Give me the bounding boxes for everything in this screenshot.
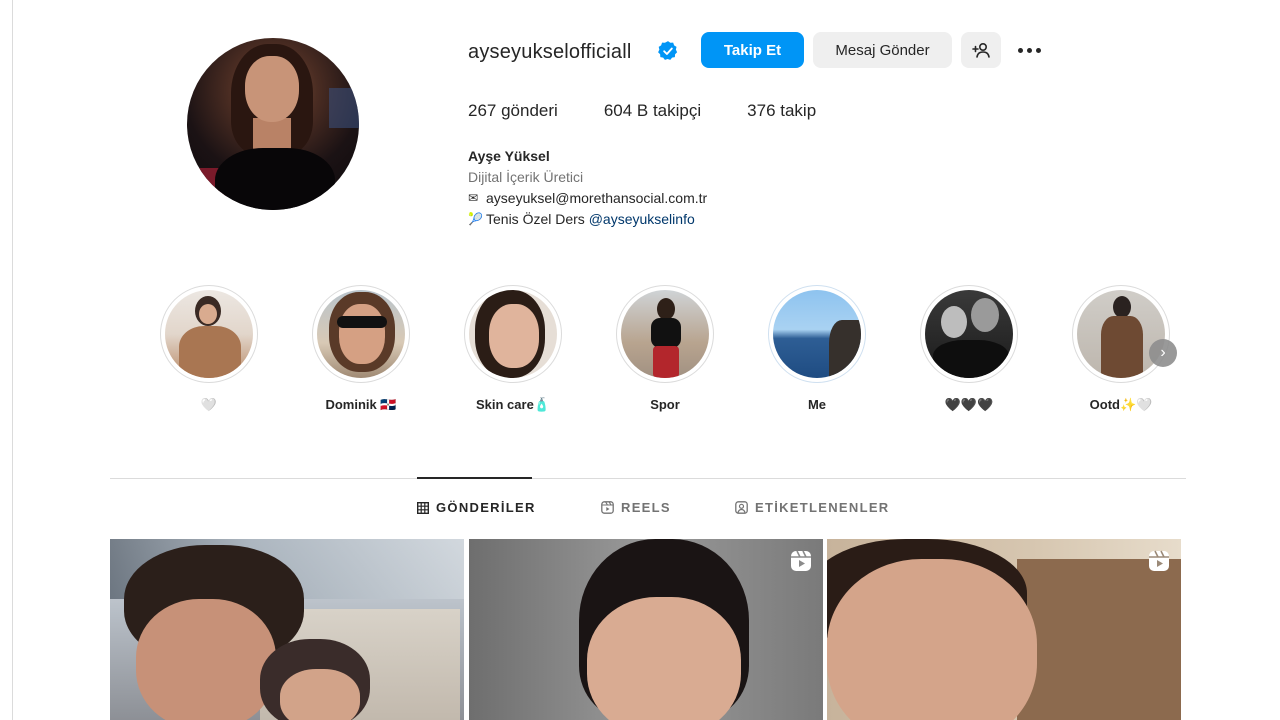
reels-icon (601, 501, 614, 514)
highlight-ring (616, 285, 714, 383)
bio-mention-link[interactable]: @ayseyukselinfo (589, 209, 695, 230)
tennis-racket-icon: 🎾 (468, 212, 483, 226)
chevron-right-icon: › (1160, 344, 1166, 361)
story-highlight[interactable]: Spor (616, 285, 714, 412)
highlight-label: Spor (650, 397, 680, 412)
post-thumbnail[interactable] (110, 539, 464, 720)
display-name: Ayşe Yüksel (468, 148, 550, 164)
dot-icon (1026, 47, 1032, 53)
tab-reels[interactable]: REELS (601, 500, 671, 515)
highlight-label: Dominik 🇩🇴 (325, 397, 397, 412)
highlight-ring (1072, 285, 1170, 383)
tab-label: REELS (621, 500, 671, 515)
tab-label: GÖNDERİLER (436, 500, 536, 515)
highlight-cover (469, 290, 557, 378)
tab-posts[interactable]: GÖNDERİLER (417, 500, 536, 515)
tagged-person-icon (735, 501, 748, 514)
highlight-label: 🖤🖤🖤 (944, 397, 994, 412)
highlight-cover (165, 290, 253, 378)
avatar-dress (215, 148, 335, 210)
followers-count[interactable]: 604 B takipçi (604, 101, 701, 121)
story-highlight[interactable]: 🖤🖤🖤 (920, 285, 1018, 413)
add-person-icon (972, 42, 990, 58)
story-highlight[interactable]: Dominik 🇩🇴 (312, 285, 410, 413)
highlight-cover (621, 290, 709, 378)
photo-detail (1017, 559, 1181, 720)
highlight-cover (1077, 290, 1165, 378)
story-highlight[interactable]: Me (768, 285, 866, 412)
story-highlight[interactable]: 🤍 (160, 285, 258, 413)
photo-detail (136, 599, 276, 720)
bio-tennis-text: Tenis Özel Ders (486, 211, 589, 227)
highlight-cover (317, 290, 405, 378)
avatar-bg-detail (329, 88, 359, 128)
profile-bio: Ayşe Yüksel Dijital İçerik Üretici ✉ ays… (468, 146, 707, 230)
follow-button[interactable]: Takip Et (701, 32, 804, 68)
tabs-divider (110, 478, 1186, 479)
reel-badge-icon (1149, 550, 1169, 571)
highlight-label: 🤍 (200, 397, 218, 412)
highlight-ring (160, 285, 258, 383)
bio-email-row: ✉ ayseyuksel@morethansocial.com.tr (468, 188, 707, 209)
profile-username: ayseyukselofficiall (468, 41, 632, 63)
reel-badge-icon (791, 550, 811, 571)
highlight-ring (464, 285, 562, 383)
more-options-button[interactable] (1014, 38, 1044, 62)
left-sidebar-edge (0, 0, 13, 720)
category-label: Dijital İçerik Üretici (468, 169, 584, 185)
highlights-next-button[interactable]: › (1149, 339, 1177, 367)
post-thumbnail[interactable] (469, 539, 823, 720)
highlight-cover (925, 290, 1013, 378)
highlight-ring (920, 285, 1018, 383)
story-highlight[interactable]: Skin care🧴 (464, 285, 562, 413)
following-count[interactable]: 376 takip (747, 101, 816, 121)
highlight-ring (768, 285, 866, 383)
dot-icon (1035, 47, 1041, 53)
envelope-icon: ✉ (468, 191, 479, 205)
tab-tagged[interactable]: ETİKETLENENLER (735, 500, 889, 515)
message-button[interactable]: Mesaj Gönder (813, 32, 952, 68)
highlight-label: Ootd✨🤍 (1089, 397, 1153, 412)
photo-detail (827, 559, 1037, 720)
active-tab-indicator (417, 477, 532, 479)
avatar-face (245, 56, 299, 122)
highlight-label: Skin care🧴 (475, 397, 550, 412)
tab-label: ETİKETLENENLER (755, 500, 890, 515)
highlight-ring (312, 285, 410, 383)
verified-badge-icon (658, 41, 678, 60)
photo-detail (280, 669, 360, 720)
post-thumbnail[interactable] (827, 539, 1181, 720)
profile-avatar[interactable] (187, 38, 359, 210)
suggest-people-button[interactable] (961, 32, 1001, 68)
grid-icon (417, 501, 429, 514)
highlight-cover (773, 290, 861, 378)
bio-tennis-row: 🎾 Tenis Özel Ders @ayseyukselinfo (468, 209, 707, 230)
posts-count: 267 gönderi (468, 101, 558, 120)
highlight-label: Me (807, 397, 827, 412)
bio-email: ayseyuksel@morethansocial.com.tr (486, 190, 708, 206)
photo-detail (587, 597, 741, 720)
profile-stats: 267 gönderi 604 B takipçi 376 takip (468, 101, 862, 121)
dot-icon (1017, 47, 1023, 53)
